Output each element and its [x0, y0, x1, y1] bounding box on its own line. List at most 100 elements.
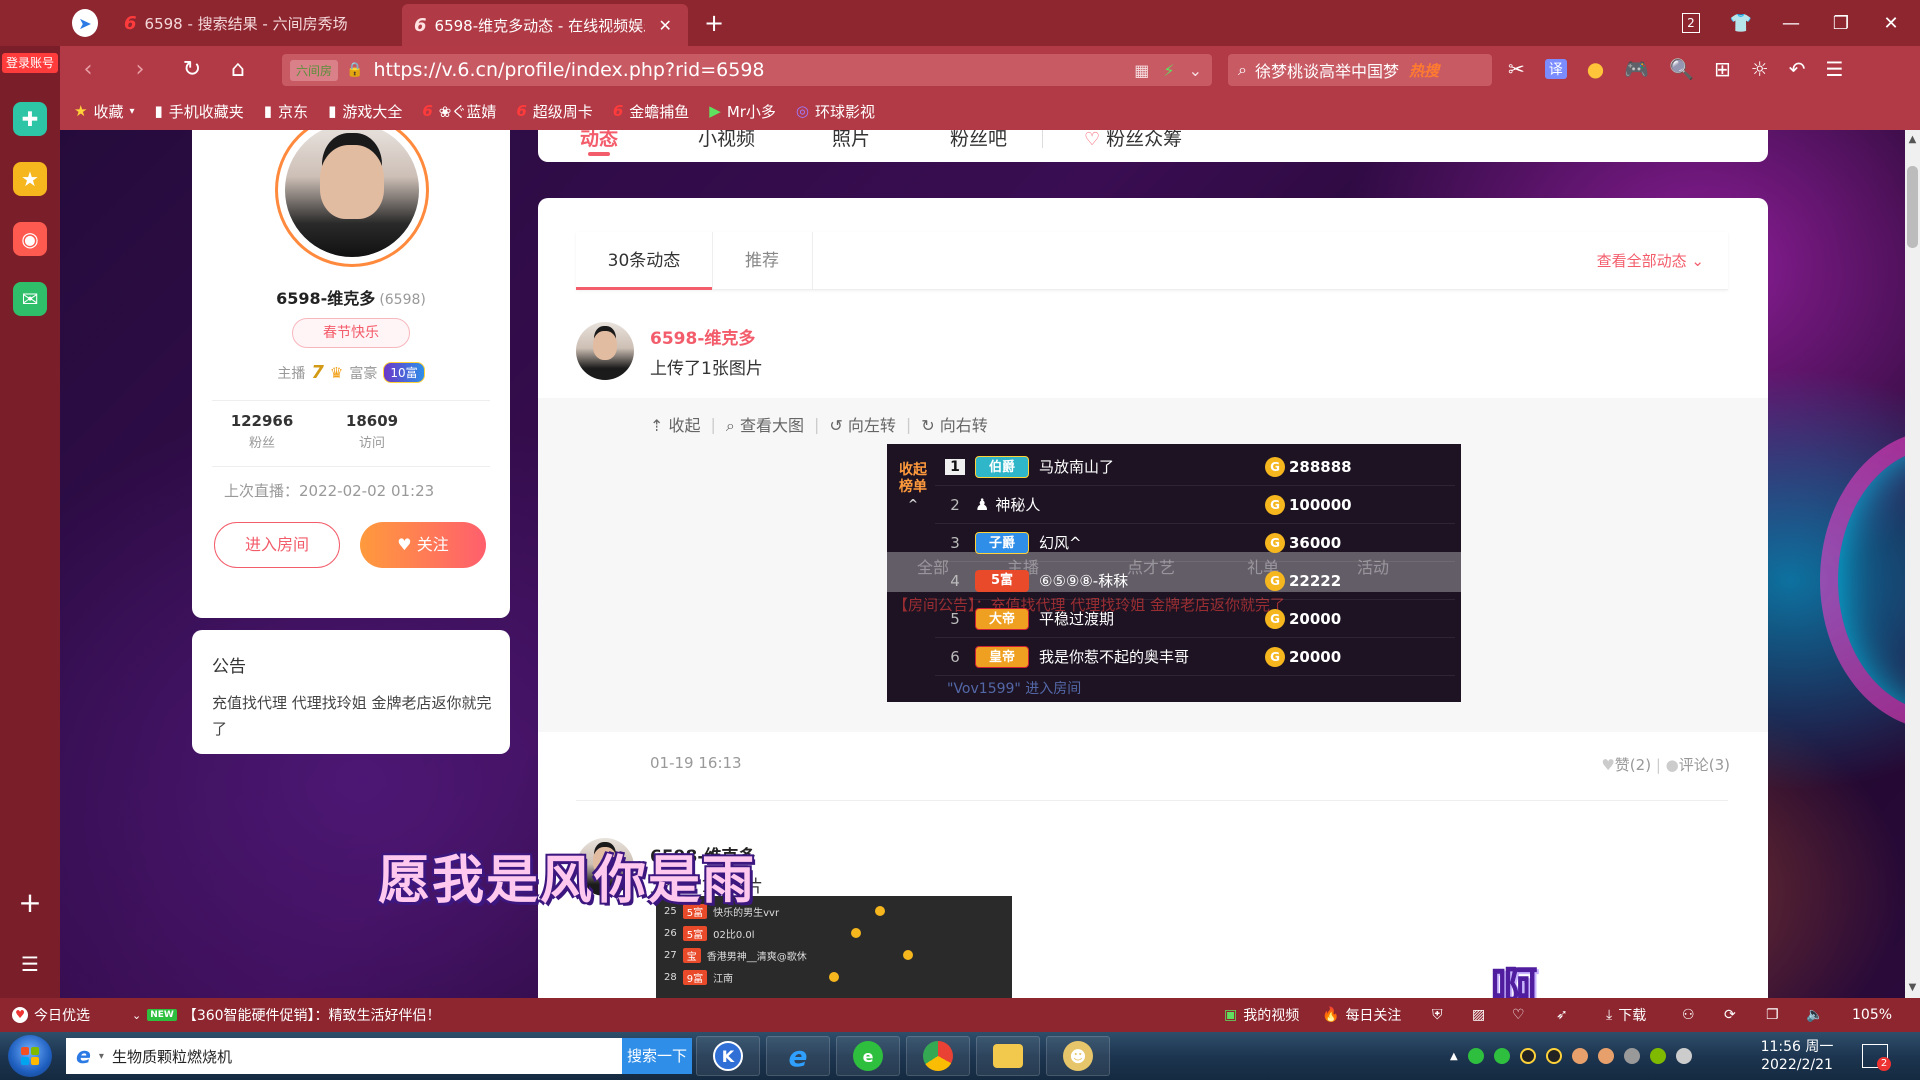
login-account-button[interactable]: 登录账号 [2, 53, 58, 73]
translate-icon[interactable]: 译 [1544, 59, 1567, 79]
new-tab-button[interactable]: + [694, 0, 734, 46]
qr-code-icon[interactable]: ▦ [1134, 61, 1149, 80]
my-video-button[interactable]: ▣ 我的视频 [1224, 998, 1299, 1032]
taskbar-app-ie[interactable]: e [766, 1036, 830, 1076]
sidebar-weibo-icon[interactable]: ◉ [13, 222, 47, 256]
window-icon[interactable]: ❐ [1766, 998, 1779, 1032]
apps-grid-icon[interactable]: ⊞ [1714, 57, 1731, 81]
bookmark-item[interactable]: ▮ 手机收藏夹 [155, 101, 244, 122]
rotate-left-action[interactable]: ↺ 向左转 [829, 412, 896, 436]
follow-button[interactable]: ♥ 关注 [360, 522, 486, 568]
post-author-avatar[interactable] [576, 322, 634, 380]
leaderboard-screenshot[interactable]: 全部 主播 点才艺 礼单 活动 【房间公告】：充值找代理 代理找玲姐 金牌老店返… [887, 444, 1461, 702]
taskbar-app-folder[interactable] [976, 1036, 1040, 1076]
scroll-down-icon[interactable]: ▼ [1905, 982, 1920, 993]
enter-room-button[interactable]: 进入房间 [214, 522, 340, 568]
bookmark-item[interactable]: ▮ 京东 [264, 101, 308, 122]
taskbar-app-media[interactable]: ☻ [1046, 1036, 1110, 1076]
qq-tray-icon[interactable] [1545, 1048, 1562, 1064]
page-scrollbar[interactable]: ▲ ▼ [1905, 130, 1920, 998]
bookmark-item[interactable]: 6 金蟾捕鱼 [613, 101, 689, 122]
browser-tab-search-results[interactable]: 6 6598 - 搜索结果 - 六间房秀场 [112, 0, 398, 46]
tab-dynamics[interactable]: 动态 [580, 130, 618, 151]
promo-link[interactable]: ⌄ NEW 【360智能硬件促销】：精致生活好伴侣！ [132, 998, 441, 1032]
sidebar-add-icon[interactable]: + [0, 886, 60, 919]
tab-crowdfunding[interactable]: ♡ 粉丝众筹 [1084, 130, 1182, 151]
scroll-up-icon[interactable]: ▲ [1905, 134, 1920, 145]
refresh-icon[interactable]: ⟳ [1724, 998, 1736, 1032]
close-window-button[interactable]: ✕ [1866, 0, 1916, 46]
post-author-name[interactable]: 6598-维克多 [650, 324, 755, 349]
sidebar-mail-icon[interactable]: ✉ [13, 282, 47, 316]
rotate-right-action[interactable]: ↻ 向右转 [921, 412, 988, 436]
sidebar-favorites-icon[interactable]: ★ [13, 162, 47, 196]
skin-icon[interactable]: 👕 [1716, 0, 1766, 46]
network-icon[interactable]: ⚇ [1682, 998, 1695, 1032]
view-all-posts-link[interactable]: 查看全部动态 ⌄ [1597, 232, 1704, 290]
comment-button[interactable]: ●评论(3) [1666, 756, 1730, 774]
network-tray-icon[interactable] [1623, 1048, 1640, 1064]
home-button[interactable]: ⌂ [218, 46, 258, 92]
scissors-icon[interactable]: ✂ [1508, 57, 1525, 81]
sidebar-app-icon[interactable]: ✚ [13, 102, 47, 136]
tab-short-videos[interactable]: 小视频 [698, 130, 755, 151]
browser-tray-icon[interactable] [1493, 1048, 1510, 1064]
tab-fan-bar[interactable]: 粉丝吧 [950, 130, 1007, 151]
sound-tray-icon[interactable] [1675, 1048, 1692, 1064]
volume-icon[interactable]: 🔈 [1806, 998, 1823, 1032]
qq-tray-icon[interactable] [1519, 1048, 1536, 1064]
tab-photos[interactable]: 照片 [832, 130, 870, 151]
undo-icon[interactable]: ↶ [1789, 57, 1806, 81]
minimize-button[interactable]: — [1766, 0, 1816, 46]
lightning-icon[interactable]: ⚡ [1163, 61, 1174, 80]
taskbar-app-k[interactable]: K [696, 1036, 760, 1076]
forward-button[interactable]: › [120, 46, 160, 92]
action-center-icon[interactable]: 2 [1862, 1044, 1891, 1071]
like-button[interactable]: ♥赞(2) [1601, 756, 1651, 774]
refresh-button[interactable]: ↻ [172, 46, 212, 92]
taskbar-search-button[interactable]: 搜索一下 [622, 1038, 692, 1074]
taskbar-app-chrome[interactable] [906, 1036, 970, 1076]
bookmark-favorites[interactable]: ★ 收藏 ▾ [74, 101, 135, 122]
back-button[interactable]: ‹ [68, 46, 108, 92]
bookmark-item[interactable]: ▶ Mr小多 [709, 101, 776, 122]
show-hidden-icons[interactable]: ▲ [1450, 1051, 1458, 1062]
download-button[interactable]: ⤓ 下载 [1606, 998, 1646, 1032]
profile-avatar[interactable] [275, 130, 429, 267]
brightness-icon[interactable]: ☼ [1751, 57, 1769, 81]
tab-all-posts[interactable]: 30条动态 [576, 232, 712, 290]
close-tab-icon[interactable]: ✕ [659, 16, 672, 35]
address-bar[interactable]: 六间房 🔒 https://v.6.cn/profile/index.php?r… [282, 54, 1212, 86]
menu-icon[interactable]: ☰ [1826, 57, 1844, 81]
search-box[interactable]: ⌕ 徐梦桃谈高举中国梦 热搜 [1228, 54, 1492, 86]
browser-tab-profile[interactable]: 6 6598-维克多动态 - 在线视频娱乐 ✕ [402, 4, 688, 46]
taskbar-app-360-browser[interactable]: e [836, 1036, 900, 1076]
plus-tray-icon[interactable] [1649, 1048, 1666, 1064]
image-icon[interactable]: ▨ [1472, 998, 1485, 1032]
tab-count-icon[interactable]: 2 [1666, 0, 1716, 46]
gamepad-icon[interactable]: 🎮 [1624, 57, 1649, 81]
system-clock[interactable]: 11:56 周一 2022/2/21 [1752, 1038, 1842, 1074]
user-tray-icon[interactable] [1571, 1048, 1588, 1064]
taskbar-search-input[interactable]: e ▾ 生物质颗粒燃烧机 [66, 1038, 622, 1074]
zoom-level[interactable]: 105% [1852, 998, 1892, 1032]
user-tray-icon[interactable] [1597, 1048, 1614, 1064]
chevron-down-icon[interactable]: ⌄ [1189, 61, 1202, 80]
url-text[interactable]: https://v.6.cn/profile/index.php?rid=659… [373, 59, 764, 81]
restore-button[interactable]: ❐ [1816, 0, 1866, 46]
coin-icon[interactable]: ● [1587, 57, 1604, 81]
collapse-action[interactable]: ⇡ 收起 [650, 412, 701, 436]
health-icon[interactable]: ♡ [1512, 998, 1525, 1032]
view-large-action[interactable]: ⌕ 查看大图 [726, 412, 804, 436]
bookmark-item[interactable]: 6 超级周卡 [516, 101, 592, 122]
shield-icon[interactable]: ⛨ [1432, 998, 1443, 1032]
scrollbar-thumb[interactable] [1907, 166, 1918, 248]
start-button[interactable] [8, 1035, 52, 1077]
magnifier-icon[interactable]: 🔍 [1669, 57, 1694, 81]
security-tray-icon[interactable] [1467, 1048, 1484, 1064]
bookmark-item[interactable]: ▮ 游戏大全 [328, 101, 402, 122]
tab-recommended[interactable]: 推荐 [712, 232, 812, 290]
bookmark-item[interactable]: 6 ❀ぐ蓝婧 [422, 101, 496, 122]
bookmark-item[interactable]: ◎ 环球影视 [796, 101, 875, 122]
today-picks[interactable]: ♥ 今日优选 [12, 998, 90, 1032]
